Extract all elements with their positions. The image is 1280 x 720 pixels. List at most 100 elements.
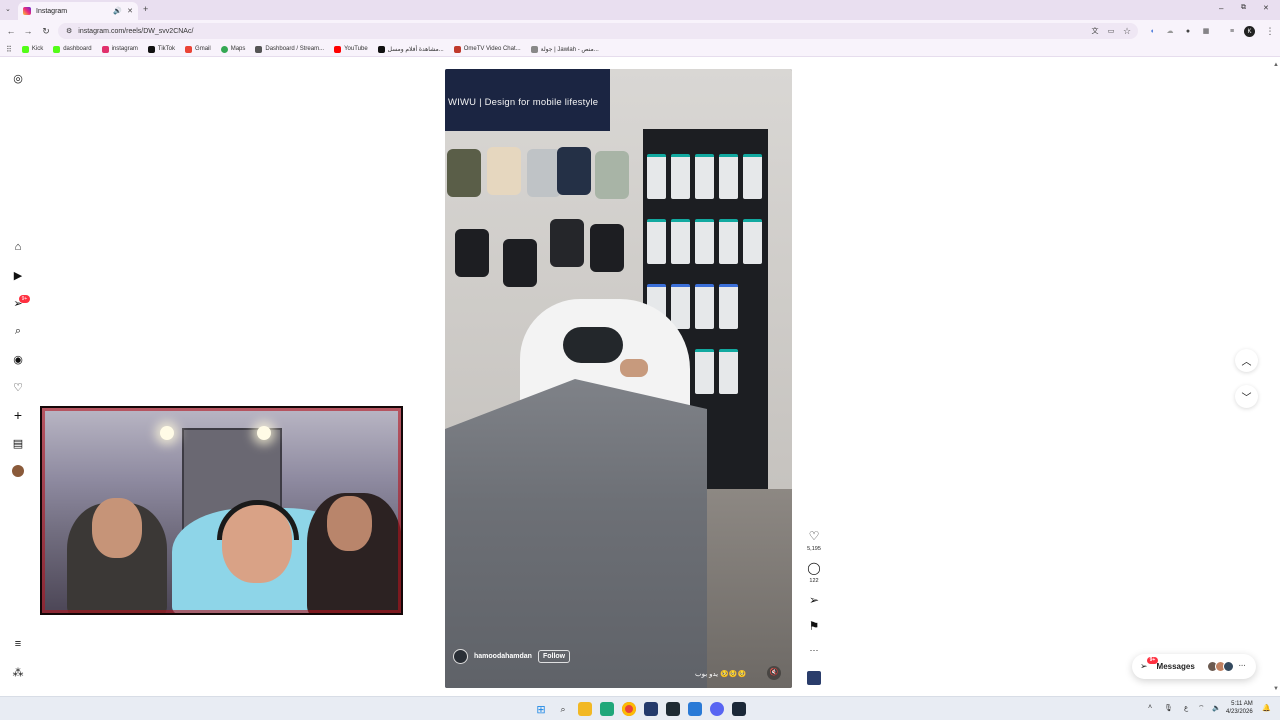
comment-icon[interactable]: ◯ <box>806 561 822 575</box>
jawlah-icon <box>530 45 538 53</box>
apps-grid-icon[interactable]: ⠿ <box>6 45 12 54</box>
edge-icon[interactable] <box>600 702 614 716</box>
bookmark-movies[interactable]: مشاهدة أفلام ومسل... <box>377 45 444 53</box>
reels-icon[interactable]: ▶ <box>11 268 25 282</box>
more-options-icon[interactable]: ··· <box>806 645 822 655</box>
bookmark-ometv[interactable]: OmeTV Video Chat... <box>453 45 521 53</box>
tab-close-icon[interactable]: ✕ <box>127 7 133 15</box>
meta-apps-icon[interactable]: ⁂ <box>11 665 25 679</box>
bookmark-dashboard-stream[interactable]: Dashboard / Stream... <box>255 45 324 53</box>
instagram-logo-icon[interactable]: ◎ <box>11 71 25 85</box>
browser-toolbar: ← → ↻ ⚙ instagram.com/reels/DW_svv2CNAc/… <box>0 20 1280 42</box>
bookmark-maps[interactable]: Maps <box>220 45 245 53</box>
file-explorer-icon[interactable] <box>578 702 592 716</box>
reel-bag <box>557 147 591 195</box>
save-bookmark-icon[interactable]: ⚑ <box>806 619 822 633</box>
reload-icon[interactable]: ↻ <box>39 24 53 38</box>
bookmark-youtube[interactable]: YouTube <box>334 45 368 53</box>
bookmark-gmail[interactable]: Gmail <box>185 45 211 53</box>
bookmark-dashboard[interactable]: dashboard <box>53 45 92 53</box>
bookmark-jawlah[interactable]: جولة | Jawlah - منص... <box>530 45 599 53</box>
extension-audio-icon[interactable]: ◖ <box>1145 24 1159 38</box>
app-icon[interactable] <box>688 702 702 716</box>
share-send-icon[interactable]: ➢ <box>806 593 822 607</box>
tab-strip: ⌄ Instagram 🔊 ✕ + – ⧉ ✕ <box>0 0 1280 20</box>
scroll-down-arrow-icon[interactable]: ▼ <box>1273 686 1279 692</box>
reel-bag <box>550 219 584 267</box>
reel-product-box <box>695 349 714 394</box>
reel-person-head <box>563 327 623 363</box>
notifications-icon[interactable]: 🔔 <box>1262 704 1271 712</box>
translate-icon[interactable]: 文 <box>1088 24 1102 38</box>
network-icon[interactable]: ⌔ <box>1198 704 1205 713</box>
tab-instagram[interactable]: Instagram 🔊 ✕ <box>18 2 138 20</box>
previous-reel-button[interactable]: ︿ <box>1235 349 1258 372</box>
store-icon[interactable] <box>644 702 658 716</box>
home-icon[interactable]: ⌂ <box>11 240 25 254</box>
gmail-icon <box>185 45 193 53</box>
follow-button[interactable]: Follow <box>537 650 571 663</box>
microphone-icon[interactable]: 🎙 <box>1164 704 1173 712</box>
cast-icon[interactable]: ▭ <box>1104 24 1118 38</box>
tray-chevron-icon[interactable]: ˄ <box>1148 704 1152 711</box>
reel-bag <box>595 151 629 199</box>
bookmark-tiktok[interactable]: TikTok <box>147 45 175 53</box>
clock-time: 5:11 AM <box>1231 701 1253 707</box>
messages-avatars <box>1206 661 1234 672</box>
author-avatar[interactable] <box>453 649 468 664</box>
bookmark-kick[interactable]: Kick <box>21 45 43 53</box>
scroll-up-arrow-icon[interactable]: ▲ <box>1273 62 1279 68</box>
next-reel-button[interactable]: ﹀ <box>1235 385 1258 408</box>
more-menu-icon[interactable]: ≡ <box>11 637 25 651</box>
back-icon[interactable]: ← <box>4 24 18 38</box>
new-tab-button[interactable]: + <box>143 4 148 14</box>
bookmark-instagram[interactable]: instagram <box>101 45 138 53</box>
reel-product-box <box>719 154 738 199</box>
reel-bag <box>487 147 521 195</box>
ceiling-lamp-icon <box>257 426 271 440</box>
bookmark-label: OmeTV Video Chat... <box>463 46 521 52</box>
restore-button[interactable]: ⧉ <box>1241 4 1246 12</box>
reel-product-box <box>695 154 714 199</box>
steam-icon[interactable] <box>732 702 746 716</box>
author-username[interactable]: hamoodahamdan <box>474 653 532 660</box>
site-info-icon[interactable]: ⚙ <box>66 27 72 35</box>
extension-cloud-icon[interactable]: ☁ <box>1163 24 1177 38</box>
discord-icon[interactable] <box>710 702 724 716</box>
insights-icon[interactable]: ▤ <box>11 436 25 450</box>
reel-bag <box>590 224 624 272</box>
create-icon[interactable]: + <box>11 407 25 423</box>
profile-avatar[interactable] <box>11 464 25 478</box>
close-window-button[interactable]: ✕ <box>1263 4 1269 12</box>
tab-search-list-icon[interactable]: ≡ <box>1225 24 1239 38</box>
terminal-icon[interactable] <box>666 702 680 716</box>
reel-video[interactable]: WIWU | Design for mobile lifestyle 🔇 ham… <box>445 69 792 688</box>
address-bar[interactable]: ⚙ instagram.com/reels/DW_svv2CNAc/ <box>58 23 1138 39</box>
audio-track-thumbnail[interactable] <box>807 671 821 685</box>
reel-person-hand <box>620 359 648 377</box>
notifications-heart-icon[interactable]: ♡ <box>11 380 25 394</box>
windows-start-icon[interactable]: ⊞ <box>534 702 548 716</box>
muted-icon[interactable]: 🔇 <box>767 666 781 680</box>
chrome-icon[interactable] <box>622 702 636 716</box>
like-heart-icon[interactable]: ♡ <box>806 529 822 543</box>
explore-icon[interactable]: ◉ <box>11 352 25 366</box>
bookmarks-bar: ⠿ Kick dashboard instagram TikTok Gmail … <box>0 42 1280 57</box>
messages-button[interactable]: ➢ 9+ Messages ··· <box>1132 654 1256 679</box>
search-icon[interactable]: ⌕ <box>11 324 25 338</box>
extensions-icon[interactable]: ▦ <box>1199 24 1213 38</box>
system-clock[interactable]: 5:11 AM 4/23/2026 <box>1226 700 1253 716</box>
browser-menu-icon[interactable]: ⋮ <box>1263 24 1277 38</box>
reel-caption[interactable]: يدو بوب 🥺🥺🥺 <box>695 670 746 678</box>
volume-icon[interactable]: 🔈 <box>1212 704 1221 712</box>
speaker-icon[interactable]: 🔊 <box>113 7 122 15</box>
tab-search-icon[interactable]: ⌄ <box>5 5 11 13</box>
minimize-button[interactable]: – <box>1219 4 1223 13</box>
profile-avatar-button[interactable]: K <box>1244 26 1255 37</box>
extension-g-icon[interactable]: ● <box>1181 24 1195 38</box>
forward-icon[interactable]: → <box>21 24 35 38</box>
bookmark-star-icon[interactable]: ☆ <box>1120 24 1134 38</box>
taskbar-search-icon[interactable]: ⌕ <box>556 702 570 716</box>
language-indicator[interactable]: ع <box>1184 704 1188 712</box>
reel-store-sign: WIWU | Design for mobile lifestyle <box>445 69 610 131</box>
